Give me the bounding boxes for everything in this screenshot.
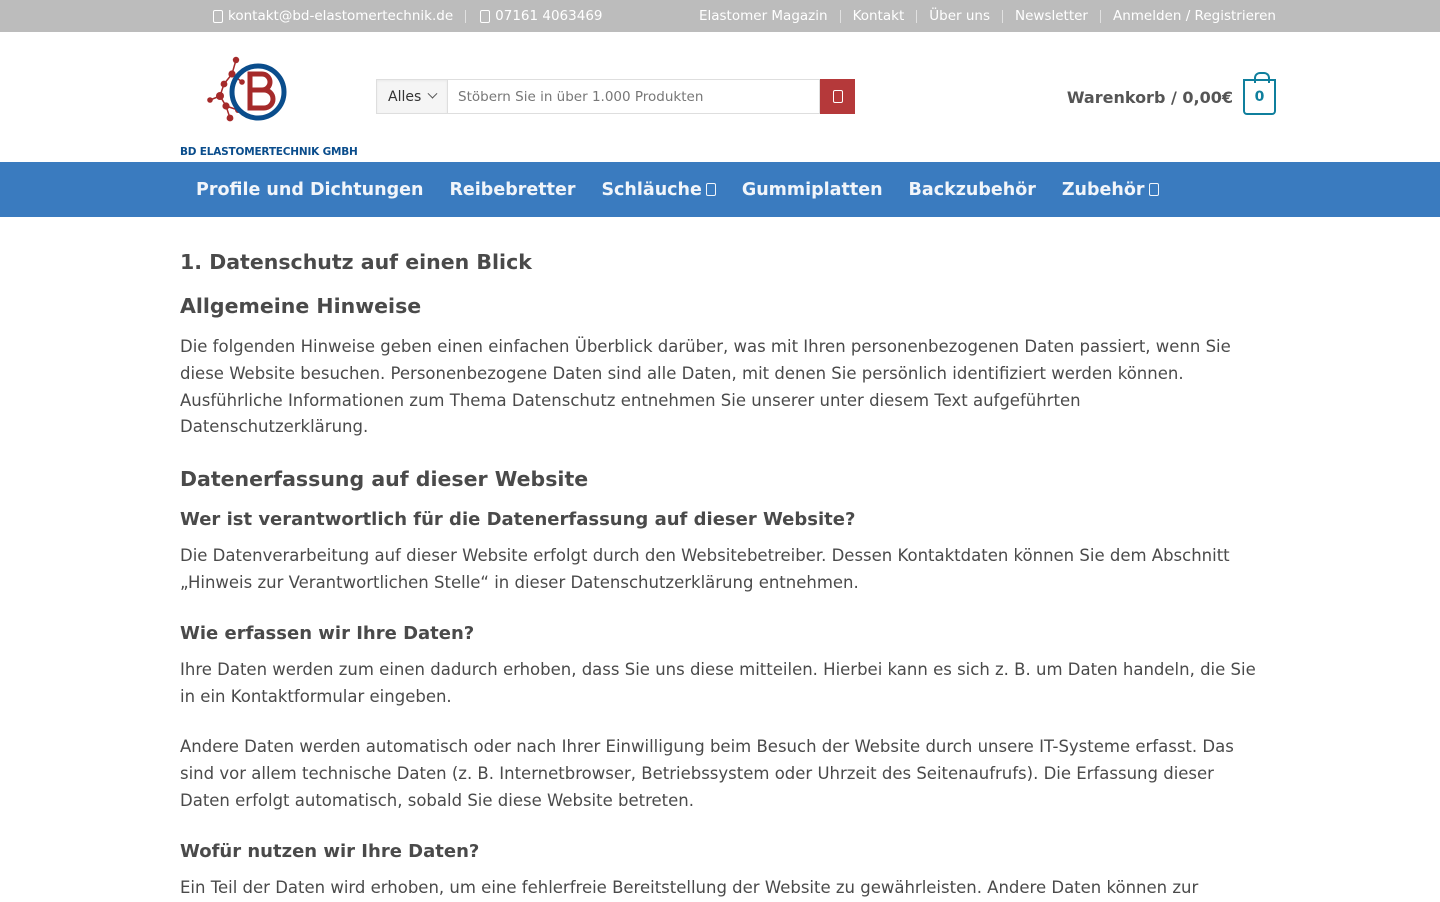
divider — [839, 9, 841, 23]
link-login-register[interactable]: Anmelden / Registrieren — [1113, 8, 1276, 24]
divider — [916, 9, 918, 23]
phone-icon — [480, 9, 491, 23]
nav-item-schlaeuche[interactable]: Schläuche — [601, 179, 716, 200]
paragraph-wie-2: Andere Daten werden automatisch oder nac… — [180, 737, 1234, 810]
cart-icon: 0 — [1243, 72, 1276, 115]
paragraph-wofuer: Ein Teil der Daten wird erhoben, um eine… — [180, 877, 1199, 897]
chevron-down-icon — [1148, 183, 1159, 196]
email-text: kontakt@bd-elastomertechnik.de — [228, 8, 454, 24]
link-ueber-uns[interactable]: Über uns — [929, 8, 990, 24]
cart-count: 0 — [1254, 89, 1265, 105]
envelope-icon — [213, 9, 223, 23]
nav-item-label: Zubehör — [1061, 179, 1145, 200]
page-title: 1. Datenschutz auf einen Blick — [180, 250, 532, 274]
paragraph-wie-1: Ihre Daten werden zum einen dadurch erho… — [180, 659, 1256, 706]
section-heading-erfassung: Datenerfassung auf dieser Website — [180, 467, 589, 492]
logo[interactable]: BD ELASTOMERTECHNIK GMBH — [180, 54, 358, 158]
phone-contact[interactable]: 07161 4063469 — [466, 8, 603, 24]
nav-item-label: Gummiplatten — [741, 179, 883, 200]
nav-item-gummiplatten[interactable]: Gummiplatten — [742, 180, 883, 200]
nav-item-label: Schläuche — [601, 179, 702, 200]
section-heading-allgemein: Allgemeine Hinweise — [180, 294, 422, 318]
divider — [1002, 9, 1003, 23]
chevron-down-icon — [427, 88, 438, 99]
search-button[interactable] — [820, 79, 855, 114]
nav-item-reibebretter[interactable]: Reibebretter — [449, 180, 575, 200]
cart[interactable]: Warenkorb / 0,00€ 0 — [1066, 72, 1276, 115]
subheading-wie: Wie erfassen wir Ihre Daten? — [180, 622, 475, 644]
divider — [1099, 9, 1101, 23]
paragraph-wer: Die Datenverarbeitung auf dieser Website… — [180, 546, 1230, 592]
category-select-value: Alles — [388, 88, 422, 105]
phone-text: 07161 4063469 — [495, 8, 603, 24]
chevron-down-icon — [705, 183, 716, 196]
category-select[interactable]: Alles — [376, 79, 448, 114]
link-kontakt[interactable]: Kontakt — [853, 8, 905, 24]
logo-text: BD ELASTOMERTECHNIK GMBH — [180, 146, 358, 158]
site-header: BD ELASTOMERTECHNIK GMBH Alles Warenkorb… — [0, 32, 1440, 162]
nav-item-profile-dichtungen[interactable]: Profile und Dichtungen — [196, 180, 423, 200]
search-bar: Alles — [376, 79, 855, 114]
email-contact[interactable]: kontakt@bd-elastomertechnik.de — [180, 8, 453, 24]
search-icon — [832, 90, 843, 103]
main-nav: Profile und Dichtungen Reibebretter Schl… — [0, 162, 1440, 217]
link-elastomer-magazin[interactable]: Elastomer Magazin — [699, 8, 828, 24]
nav-item-backzubehoer[interactable]: Backzubehör — [909, 180, 1036, 200]
link-newsletter[interactable]: Newsletter — [1015, 8, 1088, 24]
subheading-wer: Wer ist verantwortlich für die Datenerfa… — [180, 509, 856, 531]
paragraph-allgemein: Die folgenden Hinweise geben einen einfa… — [180, 337, 1231, 437]
cart-label: Warenkorb / 0,00€ — [1066, 87, 1233, 107]
logo-mark — [207, 56, 287, 122]
subheading-wofuer: Wofür nutzen wir Ihre Daten? — [180, 840, 480, 862]
nav-item-label: Profile und Dichtungen — [196, 179, 424, 200]
top-bar: kontakt@bd-elastomertechnik.de 07161 406… — [0, 0, 1440, 32]
search-input[interactable] — [448, 79, 820, 114]
privacy-content: 1. Datenschutz auf einen Blick Allgemein… — [180, 248, 1260, 902]
nav-item-zubehoer[interactable]: Zubehör — [1062, 180, 1159, 200]
nav-item-label: Backzubehör — [908, 179, 1036, 200]
nav-item-label: Reibebretter — [449, 179, 576, 200]
